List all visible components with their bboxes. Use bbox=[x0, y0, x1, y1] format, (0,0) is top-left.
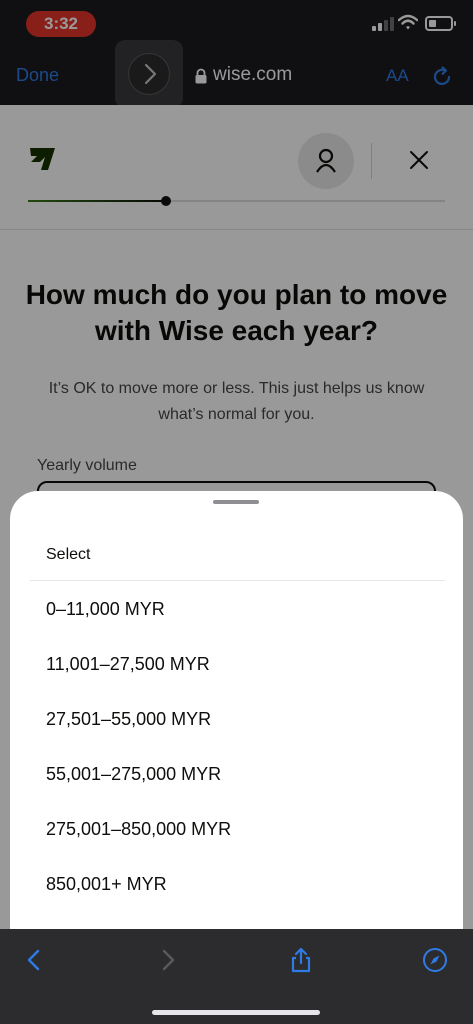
home-indicator bbox=[152, 1010, 320, 1015]
compass-icon[interactable] bbox=[422, 947, 448, 973]
back-icon[interactable] bbox=[21, 947, 47, 973]
browser-toolbar bbox=[0, 929, 473, 1024]
sheet-separator bbox=[30, 580, 445, 581]
option-item[interactable]: 0–11,000 MYR bbox=[46, 599, 165, 620]
sheet-title: Select bbox=[46, 546, 91, 563]
option-item[interactable]: 275,001–850,000 MYR bbox=[46, 819, 231, 840]
option-item[interactable]: 850,001+ MYR bbox=[46, 874, 167, 895]
select-sheet: Select 0–11,000 MYR 11,001–27,500 MYR 27… bbox=[10, 491, 463, 929]
share-icon[interactable] bbox=[288, 947, 314, 973]
forward-nav-icon[interactable] bbox=[155, 947, 181, 973]
option-item[interactable]: 27,501–55,000 MYR bbox=[46, 709, 211, 730]
option-item[interactable]: 55,001–275,000 MYR bbox=[46, 764, 221, 785]
option-item[interactable]: 11,001–27,500 MYR bbox=[46, 654, 210, 675]
sheet-drag-handle[interactable] bbox=[213, 500, 259, 504]
